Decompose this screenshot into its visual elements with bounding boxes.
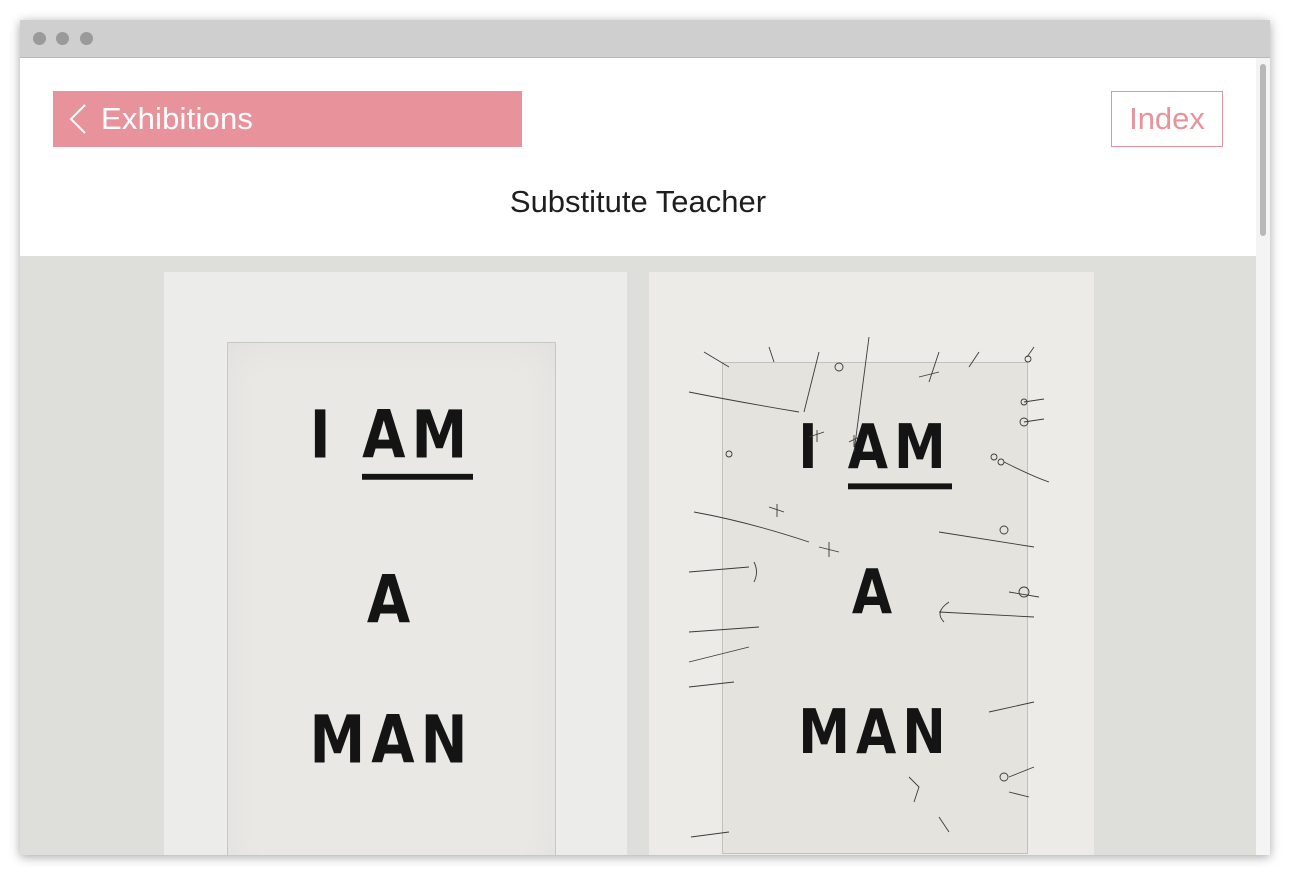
index-button[interactable]: Index — [1111, 91, 1223, 147]
artwork-word-man: MAN — [309, 702, 474, 779]
vertical-scrollbar[interactable] — [1256, 58, 1270, 855]
artwork-painting[interactable]: I AM A MAN — [164, 272, 627, 855]
word-am: AM — [362, 397, 474, 480]
page-title: Substitute Teacher — [509, 184, 767, 219]
artwork-annotated-study[interactable]: I AM A MAN — [649, 272, 1094, 855]
close-window-button[interactable] — [33, 32, 46, 45]
maximize-window-button[interactable] — [80, 32, 93, 45]
word-i: I — [309, 397, 337, 474]
artwork-gallery: I AM A MAN I AM A MAN — [20, 256, 1256, 855]
handwritten-annotations — [688, 336, 1050, 838]
page-content: Exhibitions Index Substitute Teacher I A… — [20, 58, 1256, 855]
chevron-left-icon — [69, 104, 86, 134]
scrollbar-thumb[interactable] — [1260, 64, 1266, 236]
exhibitions-back-button[interactable]: Exhibitions — [53, 91, 522, 147]
browser-window: Exhibitions Index Substitute Teacher I A… — [20, 20, 1270, 855]
artwork-word-i-am: I AM — [228, 397, 555, 480]
painting-panel: I AM A MAN — [227, 342, 556, 855]
minimize-window-button[interactable] — [56, 32, 69, 45]
exhibitions-back-label: Exhibitions — [101, 101, 254, 136]
artwork-word-a: A — [366, 562, 417, 639]
window-titlebar — [20, 20, 1270, 58]
